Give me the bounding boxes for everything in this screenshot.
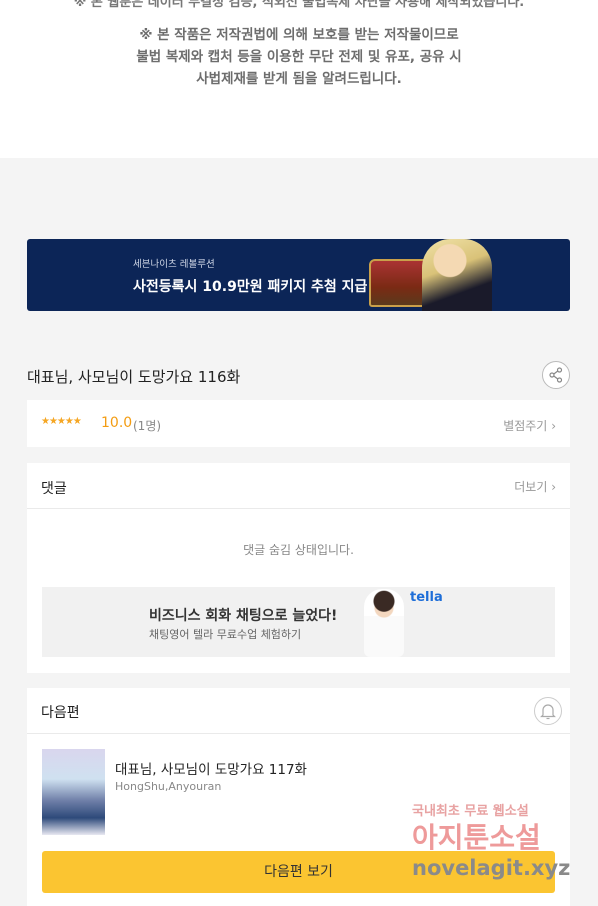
- comments-header: 댓글: [41, 481, 67, 497]
- comments-hidden-message: 댓글 숨김 상태입니다.: [243, 543, 354, 557]
- chevron-right-icon: ›: [551, 419, 556, 433]
- more-label: 더보기: [514, 480, 548, 494]
- tella-logo: tella: [410, 590, 443, 605]
- notice-line-1: ※ 본 작품은 저작권법에 의해 보호를 받는 저작물이므로: [139, 27, 459, 43]
- watermark-line-2: 아지툰소설: [412, 821, 541, 854]
- notice-line-3: 사법제재를 받게 됨을 알려드립니다.: [196, 71, 402, 87]
- notice-partial-line: ※ 본 웹툰은 데이터 무결성 검증, 적외선 불법복제 차단을 사용해 제작되…: [73, 0, 525, 10]
- rate-button-label: 별점주기: [503, 419, 548, 433]
- ad-subline: 채팅영어 텔라 무료수업 체험하기: [149, 628, 302, 641]
- divider: [27, 733, 570, 734]
- episode-title: 대표님, 사모님이 도망가요 116화: [27, 368, 241, 386]
- share-button[interactable]: [542, 361, 570, 389]
- rate-button[interactable]: 별점주기 ›: [503, 417, 556, 434]
- ad-person-image: [364, 589, 404, 657]
- bell-icon: [540, 704, 556, 720]
- notification-bell-button[interactable]: [534, 697, 562, 725]
- banner-title: 사전등록시 10.9만원 패키지 추첨 지급: [133, 279, 368, 295]
- next-header: 다음편: [41, 705, 80, 721]
- banner-subtitle: 세븐나이츠 레볼루션: [133, 259, 215, 270]
- comments-more-button[interactable]: 더보기 ›: [514, 478, 556, 495]
- rating-score: 10.0: [101, 415, 133, 431]
- divider: [27, 508, 570, 509]
- share-icon: [549, 367, 563, 383]
- tella-ad[interactable]: 비즈니스 회화 채팅으로 늘었다! 채팅영어 텔라 무료수업 체험하기 tell…: [42, 587, 555, 657]
- copyright-notice: ※ 본 웹툰은 데이터 무결성 검증, 적외선 불법복제 차단을 사용해 제작되…: [0, 0, 598, 158]
- comments-section: 댓글 더보기 › 댓글 숨김 상태입니다. 비즈니스 회화 채팅으로 늘었다! …: [27, 463, 570, 673]
- ad-headline: 비즈니스 회화 채팅으로 늘었다!: [149, 608, 338, 624]
- episode-title-row: 대표님, 사모님이 도망가요 116화: [27, 360, 570, 390]
- character-image: [422, 239, 492, 311]
- next-episode-thumbnail[interactable]: [42, 749, 105, 835]
- chevron-right-icon: ›: [551, 480, 556, 494]
- next-episode-author: HongShu,Anyouran: [115, 780, 222, 793]
- rating-card: ★★★★★ 10.0 (1명) 별점주기 ›: [27, 400, 570, 447]
- notice-line-2: 불법 복제와 캡처 등을 이용한 무단 전제 및 유포, 공유 시: [136, 49, 462, 65]
- star-rating-icons: ★★★★★: [41, 416, 82, 427]
- rating-count: (1명): [133, 419, 162, 433]
- next-episode-title[interactable]: 대표님, 사모님이 도망가요 117화: [115, 758, 307, 778]
- ad-banner[interactable]: 세븐나이츠 레볼루션 사전등록시 10.9만원 패키지 추첨 지급: [27, 239, 570, 311]
- watermark-line-3: novelagit.xyz: [412, 856, 571, 880]
- watermark: 국내최초 무료 웹소설 아지툰소설 novelagit.xyz: [412, 800, 598, 900]
